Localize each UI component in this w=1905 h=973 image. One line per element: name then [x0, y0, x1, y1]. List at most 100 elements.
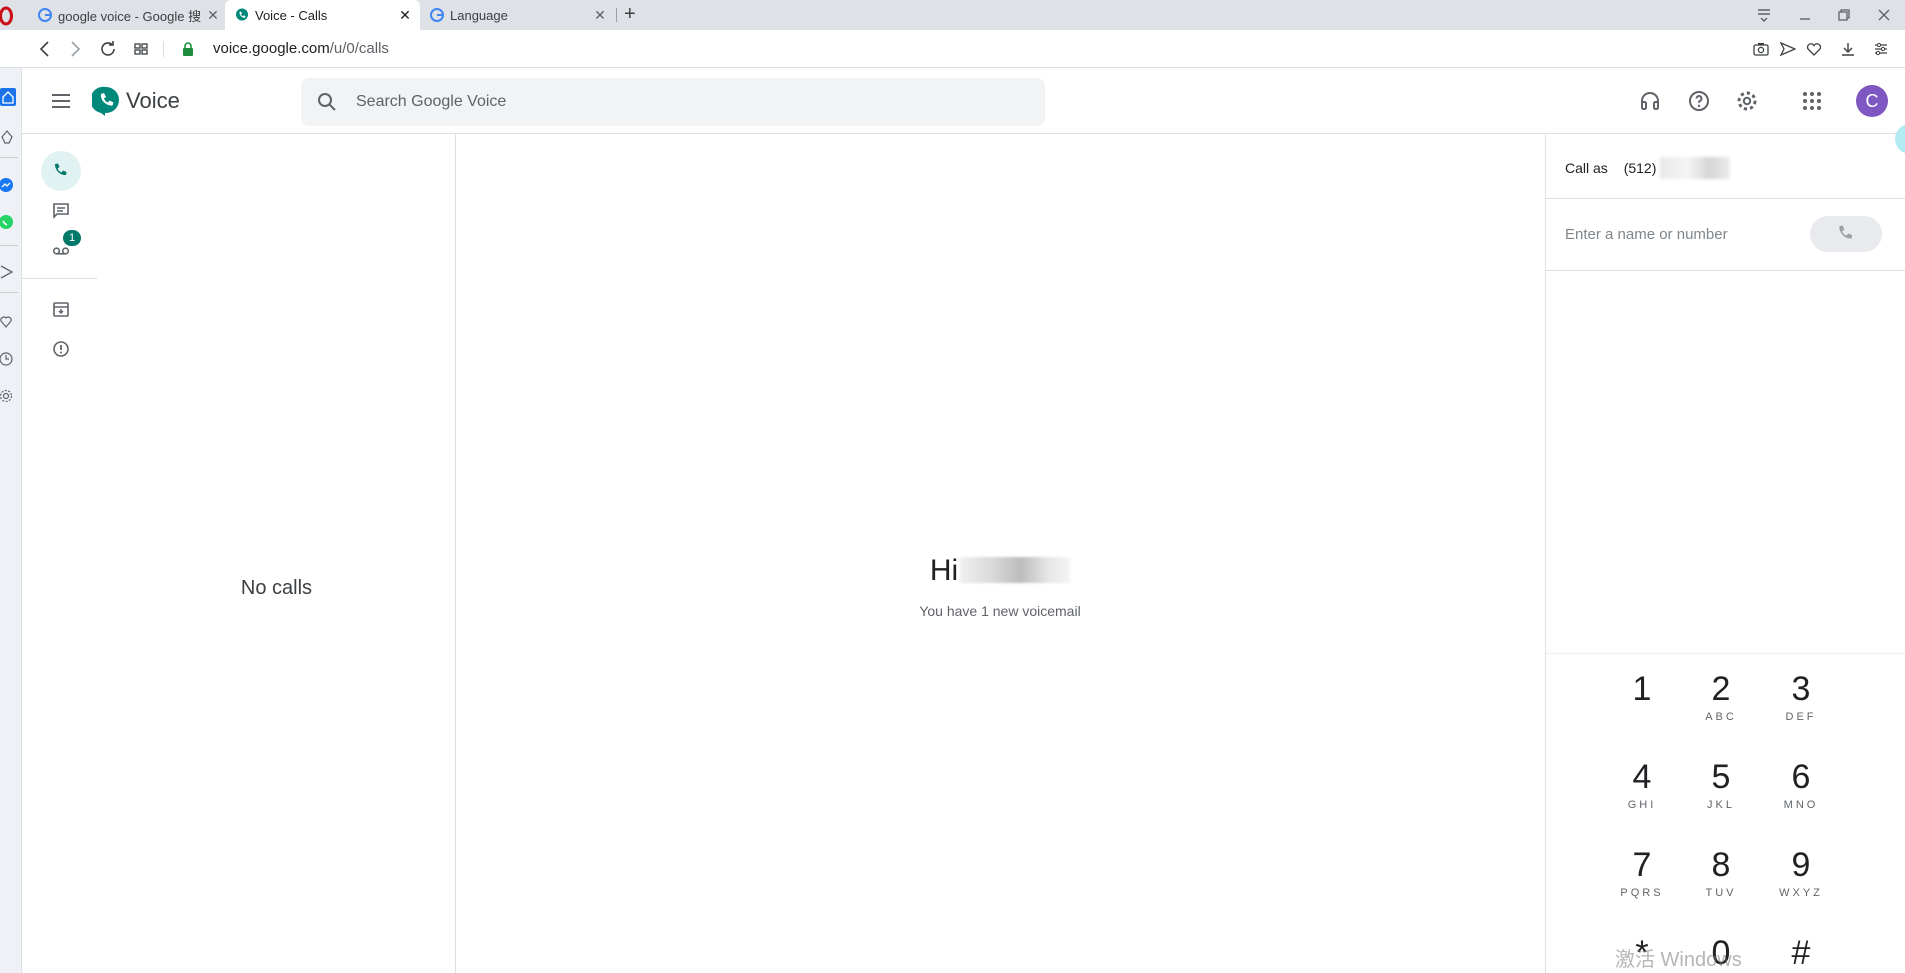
- dial-digit: 8: [1711, 846, 1731, 884]
- nav-spam[interactable]: [41, 329, 81, 369]
- dial-digit: 7: [1632, 846, 1652, 884]
- phone-icon: [1839, 225, 1853, 239]
- search-bar[interactable]: [301, 78, 1045, 126]
- windows-activation-watermark: 激活 Windows: [1615, 949, 1742, 971]
- dialpad-divider: [1546, 653, 1905, 654]
- main-menu-icon[interactable]: [49, 89, 73, 113]
- close-icon[interactable]: ✕: [206, 8, 220, 22]
- dial-digit: 1: [1632, 670, 1652, 708]
- divider: [163, 41, 164, 57]
- tab-voice-calls[interactable]: Voice - Calls ✕: [225, 0, 420, 30]
- tab-label: Language: [450, 7, 508, 23]
- number-input[interactable]: [1565, 222, 1795, 246]
- forward-icon[interactable]: [64, 38, 86, 60]
- dial-letters: MNO: [1783, 799, 1819, 811]
- heart-icon[interactable]: [1806, 42, 1822, 56]
- dial-key-2[interactable]: 2 ABC: [1686, 660, 1756, 730]
- dial-digit: 5: [1711, 758, 1731, 796]
- dial-digit: 2: [1711, 670, 1731, 708]
- dial-key-hash[interactable]: #: [1766, 924, 1836, 973]
- messenger-icon[interactable]: [0, 177, 14, 193]
- voicemail-badge: 1: [63, 230, 81, 246]
- divider: [1546, 270, 1905, 271]
- tab-menu-icon[interactable]: [1756, 7, 1772, 23]
- dial-key-4[interactable]: 4 GHI: [1607, 748, 1677, 818]
- settings-gear-icon[interactable]: [1735, 89, 1759, 113]
- divider: [0, 245, 18, 246]
- speed-dial-icon[interactable]: [130, 38, 152, 60]
- close-icon[interactable]: ✕: [398, 8, 412, 22]
- redacted-name: [960, 557, 1071, 583]
- tab-google-search[interactable]: google voice - Google 搜 ✕: [28, 0, 228, 30]
- heart-icon[interactable]: [0, 313, 14, 329]
- back-icon[interactable]: [34, 38, 56, 60]
- reload-icon[interactable]: [97, 38, 119, 60]
- help-icon[interactable]: [1687, 89, 1711, 113]
- send-icon[interactable]: [1780, 42, 1796, 56]
- avatar[interactable]: C: [1856, 85, 1888, 117]
- call-as-label: Call as: [1565, 160, 1608, 176]
- tab-language[interactable]: Language ✕: [420, 0, 615, 30]
- dial-key-3[interactable]: 3 DEF: [1766, 660, 1836, 730]
- dial-letters: JKL: [1707, 799, 1735, 811]
- opera-sidebar: [0, 68, 22, 973]
- home-icon[interactable]: [0, 88, 16, 106]
- dialer-panel: Call as (512) -3 1 2 ABC 3 DEF 4 GHI 5 JKL 6…: [1545, 134, 1905, 973]
- app-name[interactable]: Voice: [126, 88, 180, 114]
- nav-messages[interactable]: [41, 191, 81, 231]
- greeting-text: Hi: [929, 554, 959, 587]
- dial-key-9[interactable]: 9 WXYZ: [1766, 836, 1836, 906]
- dial-digit: #: [1791, 934, 1811, 972]
- calls-list-panel: No calls: [97, 134, 456, 973]
- url-path: /u/0/calls: [329, 40, 389, 57]
- dial-letters: PQRS: [1620, 887, 1664, 899]
- url-field[interactable]: voice.google.com/u/0/calls: [213, 40, 389, 57]
- voice-logo-icon[interactable]: [92, 86, 120, 116]
- search-input[interactable]: [356, 90, 956, 114]
- dial-key-6[interactable]: 6 MNO: [1766, 748, 1836, 818]
- restore-icon[interactable]: [1836, 7, 1852, 23]
- greeting: Hi: [456, 554, 1544, 588]
- settings-icon[interactable]: [0, 388, 14, 404]
- nav-archive[interactable]: [41, 289, 81, 329]
- bookmark-icon[interactable]: [0, 129, 14, 145]
- download-icon[interactable]: [1840, 41, 1856, 57]
- dial-letters: TUV: [1705, 887, 1737, 899]
- history-icon[interactable]: [0, 351, 14, 367]
- empty-calls-text: No calls: [240, 577, 313, 599]
- window-close-icon[interactable]: [1876, 7, 1892, 23]
- voice-logo-icon: [236, 8, 248, 21]
- search-icon[interactable]: [315, 90, 339, 114]
- new-tab-button[interactable]: +: [624, 3, 636, 26]
- close-icon[interactable]: ✕: [593, 8, 607, 22]
- dial-key-8[interactable]: 8 TUV: [1686, 836, 1756, 906]
- address-bar: voice.google.com/u/0/calls: [0, 30, 1905, 68]
- opera-logo-icon[interactable]: [0, 5, 14, 27]
- dial-letters: WXYZ: [1779, 887, 1823, 899]
- browser-tab-bar: google voice - Google 搜 ✕ Voice - Calls …: [0, 0, 1905, 30]
- dial-key-1[interactable]: 1: [1607, 660, 1677, 730]
- minimize-icon[interactable]: [1797, 7, 1813, 23]
- easy-setup-icon[interactable]: [1873, 41, 1889, 57]
- dial-letters: ABC: [1705, 711, 1737, 723]
- google-icon: [430, 8, 444, 22]
- dial-key-5[interactable]: 5 JKL: [1686, 748, 1756, 818]
- apps-grid-icon[interactable]: [1800, 89, 1824, 113]
- headset-icon[interactable]: [1638, 89, 1662, 113]
- whatsapp-icon[interactable]: [0, 214, 14, 230]
- dial-letters: GHI: [1627, 799, 1657, 811]
- voicemail-note: You have 1 new voicemail: [919, 603, 1081, 619]
- call-as-number: (512): [1623, 160, 1657, 176]
- call-button[interactable]: [1810, 216, 1882, 252]
- phone-icon: [55, 163, 67, 176]
- redacted-number: [1660, 157, 1731, 179]
- flow-icon[interactable]: [0, 264, 14, 280]
- dial-digit: 3: [1791, 670, 1811, 708]
- lock-icon[interactable]: [181, 41, 195, 57]
- dial-key-7[interactable]: 7 PQRS: [1607, 836, 1677, 906]
- nav-divider: [22, 278, 97, 279]
- call-as-row[interactable]: Call as (512) -3: [1565, 157, 1731, 179]
- snapshot-icon[interactable]: [1753, 42, 1769, 56]
- nav-calls[interactable]: [41, 151, 81, 191]
- google-icon: [38, 8, 52, 22]
